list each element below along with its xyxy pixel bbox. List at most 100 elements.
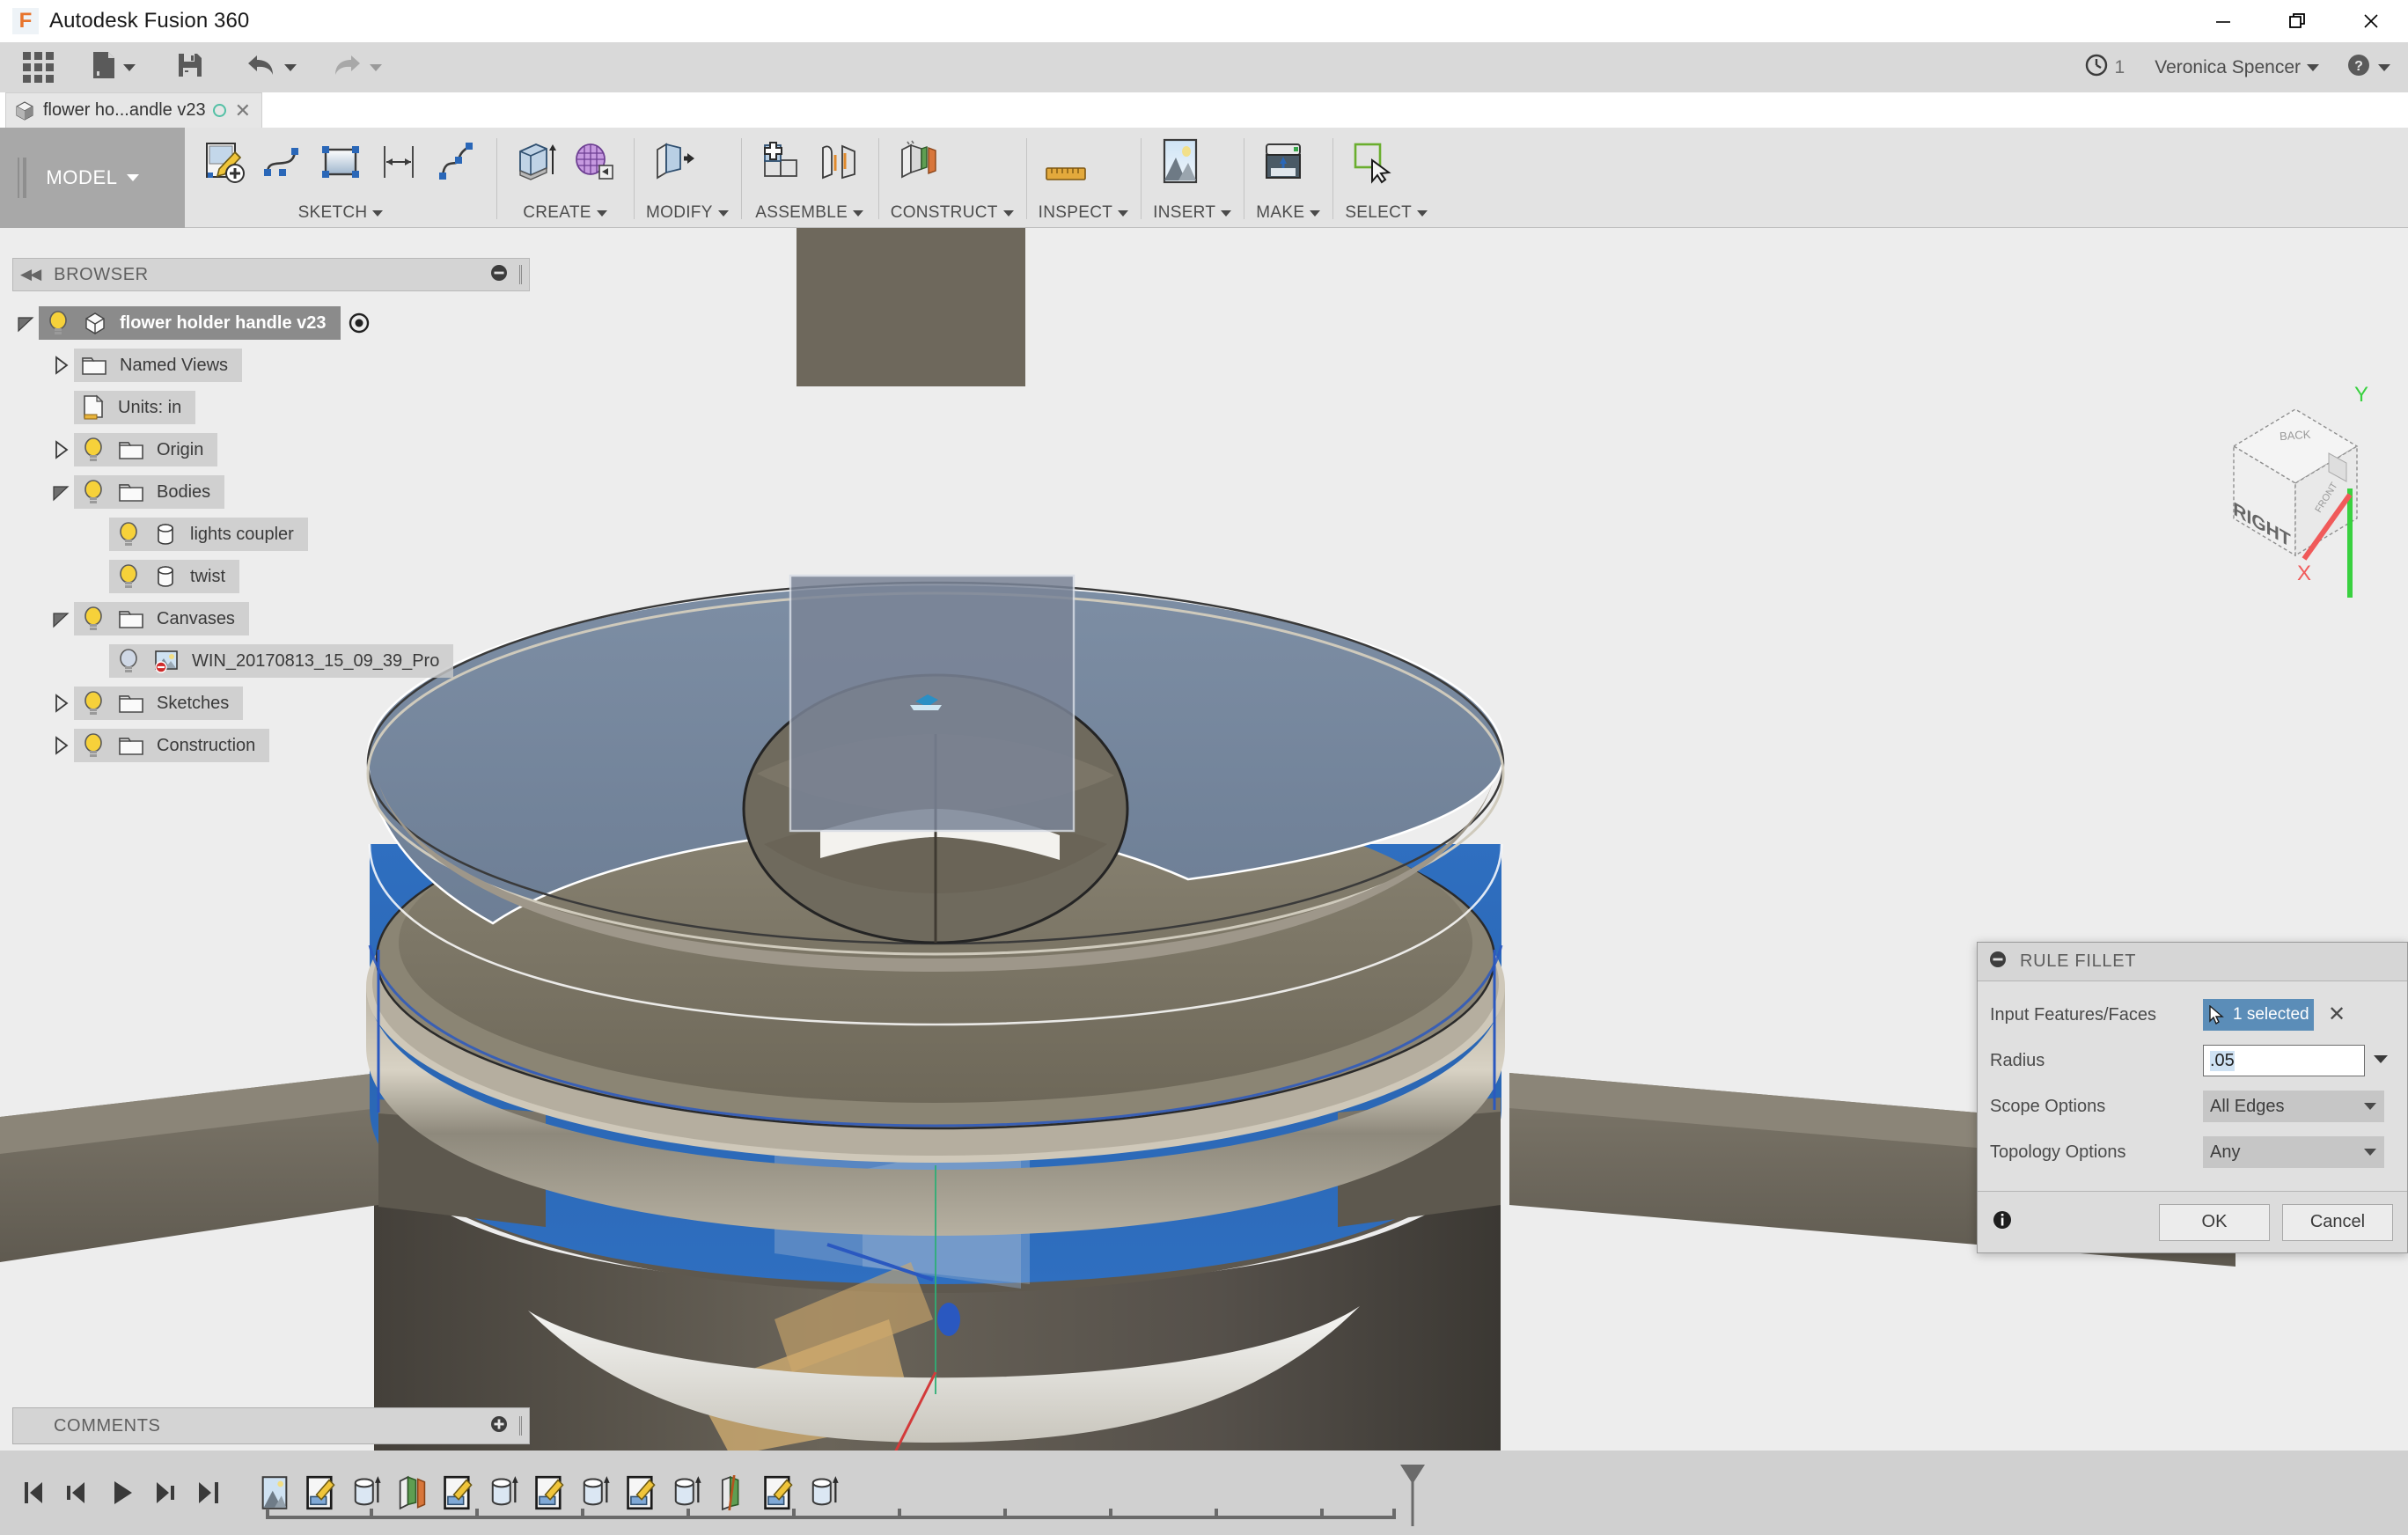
tree-item-content[interactable]: Construction — [74, 729, 269, 762]
tree-item-origin[interactable]: Origin — [12, 429, 530, 471]
save-button[interactable] — [165, 42, 215, 92]
measure-button[interactable] — [1039, 136, 1093, 188]
tree-item-content[interactable]: Units: in — [74, 391, 195, 424]
radius-dropdown-icon[interactable] — [2373, 1053, 2389, 1069]
user-menu-button[interactable]: Veronica Spencer — [2140, 42, 2333, 92]
lightbulb-on-icon[interactable] — [81, 606, 106, 632]
close-icon[interactable]: ✕ — [2328, 1004, 2346, 1025]
lightbulb-on-icon[interactable] — [81, 732, 106, 759]
info-icon[interactable] — [1992, 1209, 2013, 1235]
insert-canvas-button[interactable] — [1153, 136, 1208, 188]
tree-item-content[interactable]: flower holder handle v23 — [39, 306, 341, 340]
tree-item-canvases[interactable]: Canvases — [12, 598, 530, 640]
plus-circle-icon[interactable] — [489, 1414, 509, 1438]
lightbulb-on-icon[interactable] — [116, 521, 141, 547]
chevron-down-icon[interactable] — [123, 64, 136, 71]
chevron-right-icon[interactable] — [48, 735, 74, 756]
comments-panel[interactable]: COMMENTS — [12, 1407, 530, 1444]
ribbon-group-label-construct[interactable]: CONSTRUCT — [891, 203, 1014, 223]
joint-button[interactable] — [811, 136, 866, 188]
view-cube[interactable]: BACK RIGHT FRONT Y X — [2183, 369, 2408, 598]
extrude-button[interactable] — [509, 136, 563, 188]
tree-item-body-lights-coupler[interactable]: lights coupler — [12, 513, 530, 555]
minus-circle-icon[interactable] — [489, 263, 509, 287]
tree-item-construction[interactable]: Construction — [12, 724, 530, 767]
app-grid-button[interactable] — [12, 42, 64, 92]
chevron-down-icon[interactable] — [284, 64, 297, 71]
select-tool-button[interactable] — [1345, 136, 1399, 188]
timeline-track[interactable] — [257, 1451, 841, 1535]
tree-item-content[interactable]: WIN_20170813_15_09_39_Pro — [109, 644, 453, 678]
ribbon-group-label-create[interactable]: CREATE — [509, 203, 621, 223]
chevron-down-icon[interactable] — [48, 608, 74, 629]
help-menu-button[interactable]: ? — [2333, 42, 2408, 92]
press-pull-button[interactable] — [646, 136, 701, 188]
lightbulb-on-icon[interactable] — [81, 479, 106, 505]
close-button[interactable] — [2334, 0, 2408, 42]
sketch-arc-button[interactable] — [255, 136, 310, 188]
create-sketch-button[interactable] — [197, 136, 252, 188]
sketch-rectangle-button[interactable] — [313, 136, 368, 188]
tree-item-canvas-image[interactable]: WIN_20170813_15_09_39_Pro — [12, 640, 530, 682]
ribbon-group-label-sketch[interactable]: SKETCH — [197, 203, 484, 223]
tree-item-content[interactable]: Origin — [74, 433, 217, 466]
document-tab[interactable]: flower ho...andle v23 ✕ — [5, 92, 262, 128]
timeline-play[interactable] — [106, 1474, 137, 1511]
sketch-spline-button[interactable] — [429, 136, 484, 188]
viewport-canvas[interactable]: ◀◀ BROWSER flower holder handle v23 Name… — [0, 228, 2408, 1451]
tree-item-content[interactable]: Named Views — [74, 349, 242, 382]
tree-item-content[interactable]: Sketches — [74, 687, 243, 720]
tree-item-content[interactable]: twist — [109, 560, 239, 593]
timeline-go-start[interactable] — [18, 1474, 49, 1511]
tree-item-root[interactable]: flower holder handle v23 — [12, 302, 530, 344]
timeline-step-forward[interactable] — [150, 1474, 181, 1511]
lightbulb-on-icon[interactable] — [81, 437, 106, 463]
minus-circle-icon[interactable] — [1988, 950, 2008, 973]
close-icon[interactable]: ✕ — [233, 101, 253, 121]
lightbulb-on-icon[interactable] — [46, 310, 70, 336]
lightbulb-off-icon[interactable] — [116, 648, 141, 674]
create-form-button[interactable] — [567, 136, 621, 188]
minimize-button[interactable] — [2186, 0, 2260, 42]
input-features-faces-selection[interactable]: 1 selected — [2203, 999, 2314, 1031]
chevron-down-icon[interactable] — [48, 481, 74, 503]
chevron-down-icon[interactable] — [370, 64, 382, 71]
chevron-right-icon[interactable] — [48, 355, 74, 376]
chevron-right-icon[interactable] — [48, 693, 74, 714]
scope-options-select[interactable]: All Edges — [2203, 1091, 2384, 1122]
radio-icon[interactable] — [348, 312, 371, 334]
job-status-button[interactable]: 1 — [2068, 42, 2141, 92]
tree-item-content[interactable]: lights coupler — [109, 518, 308, 551]
redo-button[interactable] — [319, 42, 393, 92]
lightbulb-on-icon[interactable] — [81, 690, 106, 716]
new-file-button[interactable] — [80, 42, 146, 92]
ribbon-group-label-assemble[interactable]: ASSEMBLE — [753, 203, 866, 223]
workspace-selector[interactable]: MODEL — [0, 128, 185, 228]
tree-item-body-twist[interactable]: twist — [12, 555, 530, 598]
cancel-button[interactable]: Cancel — [2282, 1204, 2393, 1241]
tree-item-sketches[interactable]: Sketches — [12, 682, 530, 724]
timeline-go-end[interactable] — [194, 1474, 225, 1511]
offset-plane-button[interactable] — [891, 136, 945, 188]
ribbon-group-label-modify[interactable]: MODIFY — [646, 203, 729, 223]
timeline-step-back[interactable] — [62, 1474, 93, 1511]
new-component-button[interactable] — [753, 136, 808, 188]
chevron-right-icon[interactable] — [48, 439, 74, 460]
radius-input[interactable]: .05 — [2203, 1045, 2365, 1076]
ribbon-group-label-make[interactable]: MAKE — [1256, 203, 1320, 223]
tree-item-content[interactable]: Bodies — [74, 475, 224, 509]
timeline-playhead[interactable] — [1398, 1463, 1428, 1526]
3d-print-button[interactable] — [1256, 136, 1310, 188]
ok-button[interactable]: OK — [2159, 1204, 2270, 1241]
tree-item-units[interactable]: Units: in — [12, 386, 530, 429]
lightbulb-on-icon[interactable] — [116, 563, 141, 590]
tree-item-named-views[interactable]: Named Views — [12, 344, 530, 386]
panel-resize-grip[interactable] — [519, 265, 522, 284]
topology-options-select[interactable]: Any — [2203, 1136, 2384, 1168]
sketch-dimension-button[interactable] — [371, 136, 426, 188]
comments-resize-grip[interactable] — [519, 1416, 522, 1436]
collapse-left-icon[interactable]: ◀◀ — [20, 266, 40, 283]
ribbon-group-label-insert[interactable]: INSERT — [1153, 203, 1231, 223]
tree-item-content[interactable]: Canvases — [74, 602, 249, 635]
maximize-button[interactable] — [2260, 0, 2334, 42]
